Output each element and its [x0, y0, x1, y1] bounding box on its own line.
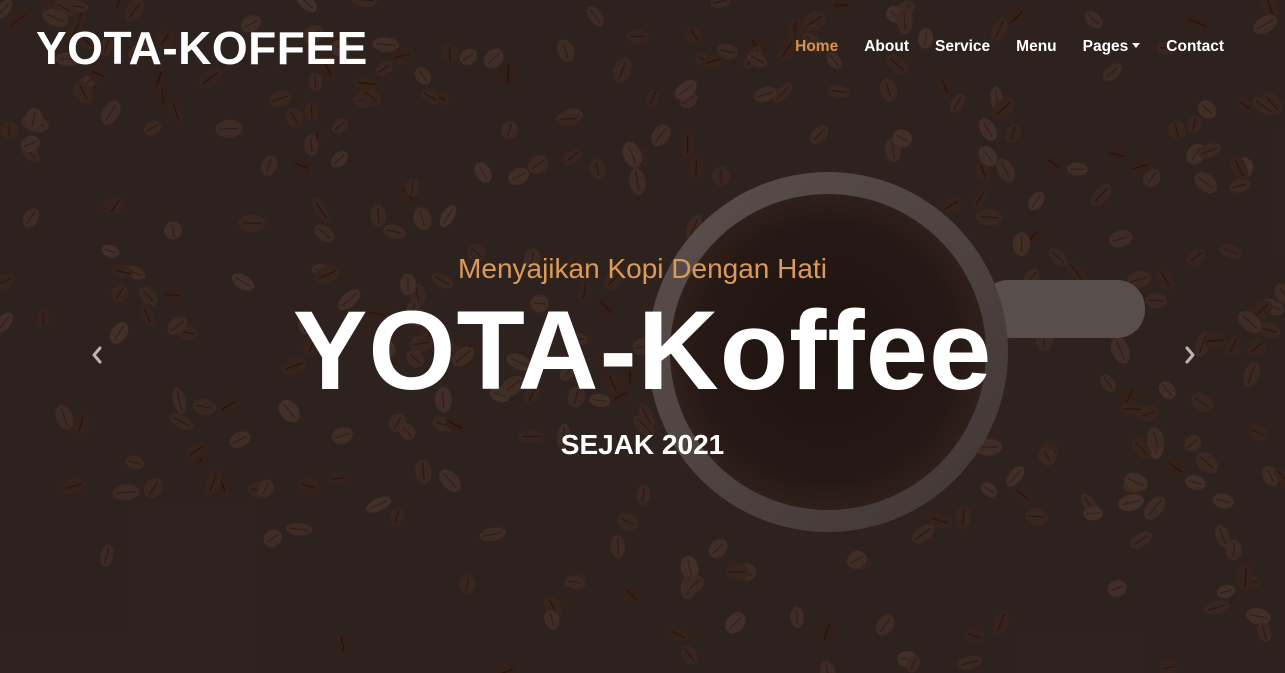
nav-item-home[interactable]: Home	[782, 36, 851, 58]
nav-item-pages-label: Pages	[1082, 38, 1129, 55]
nav-item-service[interactable]: Service	[922, 36, 1003, 58]
chevron-left-icon	[92, 346, 102, 364]
hero-title: YOTA-Koffee	[292, 288, 993, 413]
caret-down-icon	[1132, 43, 1141, 49]
carousel-prev-button[interactable]	[82, 340, 112, 370]
chevron-right-icon	[1185, 346, 1195, 364]
navbar: YOTA-KOFFEE Home About Service Menu Page…	[0, 0, 1285, 95]
nav-item-contact[interactable]: Contact	[1153, 36, 1237, 58]
carousel-next-button[interactable]	[1175, 340, 1205, 370]
nav-item-about[interactable]: About	[851, 36, 922, 58]
hero-subtitle: Menyajikan Kopi Dengan Hati	[458, 253, 827, 284]
nav-item-pages[interactable]: Pages	[1070, 36, 1154, 58]
hero-since: SEJAK 2021	[560, 429, 725, 460]
nav-item-menu[interactable]: Menu	[1003, 36, 1069, 58]
main-nav: Home About Service Menu Pages Contact	[782, 36, 1237, 58]
brand-logo[interactable]: YOTA-KOFFEE	[36, 20, 368, 76]
hero-caption: Menyajikan Kopi Dengan Hati YOTA-Koffee …	[0, 250, 1285, 462]
